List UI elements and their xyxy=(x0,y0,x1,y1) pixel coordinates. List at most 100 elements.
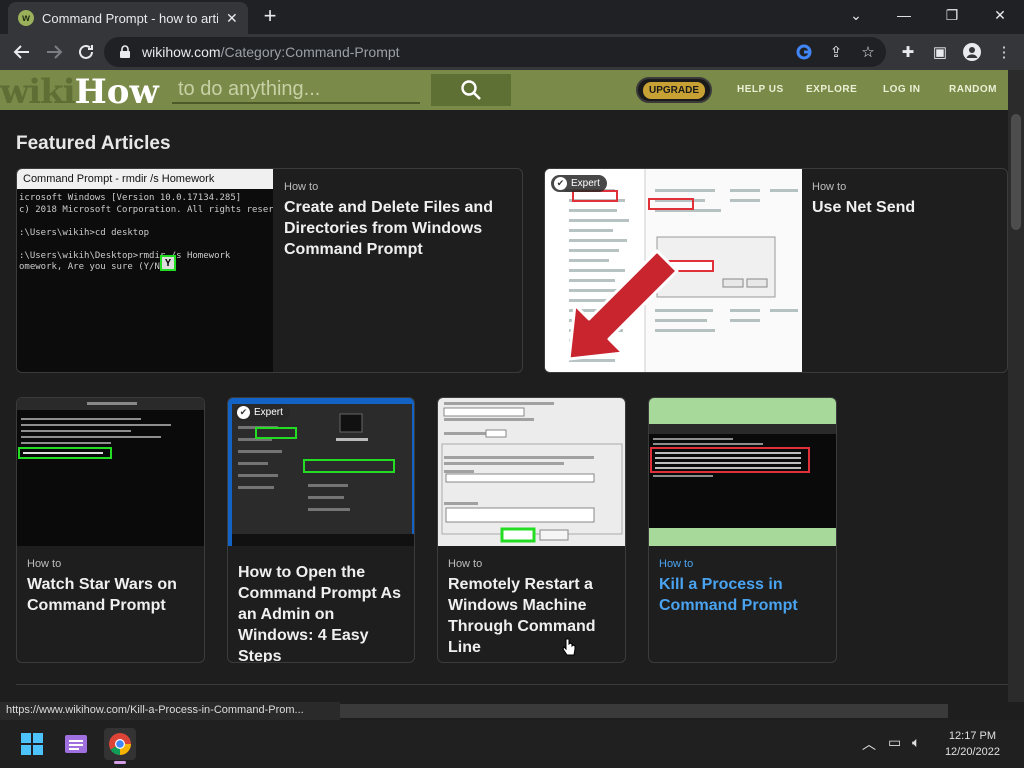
article-text: How to Open the Command Prompt As an Adm… xyxy=(238,558,410,663)
search-icon xyxy=(461,80,481,100)
cmd-output: icrosoft Windows [Version 10.0.17134.285… xyxy=(19,193,273,272)
network-icon[interactable]: ▭ xyxy=(888,734,901,751)
article-thumbnail: ✔ Expert xyxy=(545,169,802,372)
taskbar-app-files[interactable] xyxy=(60,728,92,760)
article-thumbnail: Command Prompt - rmdir /s Homework icros… xyxy=(17,169,273,372)
article-card-large[interactable]: ✔ Expert How to Use Net Send xyxy=(544,168,1008,373)
file-manager-icon xyxy=(65,735,87,753)
wikihow-logo[interactable]: wikiHow xyxy=(0,72,159,112)
minimize-button[interactable]: — xyxy=(880,0,928,30)
tab-close-icon[interactable]: ✕ xyxy=(226,10,238,27)
close-window-button[interactable]: ✕ xyxy=(976,0,1024,30)
howto-label: How to xyxy=(812,181,847,193)
wikihow-favicon-icon: w xyxy=(18,10,34,26)
page-viewport: wikiHow to do anything... UPGRADE HELP U… xyxy=(0,70,1024,702)
logo-wiki: wiki xyxy=(0,72,76,112)
article-card-small[interactable]: How to Watch Star Wars on Command Prompt xyxy=(16,397,205,663)
bookmark-star-icon[interactable]: ☆ xyxy=(858,42,878,62)
article-text: How to Watch Star Wars on Command Prompt xyxy=(27,558,199,616)
article-title: Remotely Restart a Windows Machine Throu… xyxy=(448,576,596,656)
forward-button[interactable] xyxy=(42,40,66,64)
howto-label: How to xyxy=(284,181,319,193)
vertical-scrollbar[interactable] xyxy=(1008,70,1024,702)
cmd-window-title: Command Prompt - rmdir /s Homework xyxy=(17,169,273,189)
taskkill-cmd-illustration xyxy=(649,424,836,528)
taskbar-app-chrome[interactable] xyxy=(104,728,136,764)
url-host: wikihow.com xyxy=(142,44,221,60)
article-card-small[interactable]: How to Kill a Process in Command Prompt xyxy=(648,397,837,663)
chrome-icon xyxy=(109,733,131,755)
windows-taskbar: ︿ ▭ 🔈︎ 12:17 PM 12/20/2022 xyxy=(0,720,1024,768)
search-input[interactable]: to do anything... xyxy=(172,76,420,104)
howto-label: How to xyxy=(659,558,694,570)
address-bar[interactable]: wikihow.com/Category:Command-Prompt ⇪ ☆ xyxy=(104,37,886,67)
article-card-large[interactable]: Command Prompt - rmdir /s Homework icros… xyxy=(16,168,523,373)
howto-label: How to xyxy=(448,558,483,570)
upgrade-button[interactable]: UPGRADE xyxy=(636,77,712,103)
profile-avatar-icon[interactable] xyxy=(960,40,984,64)
section-title: Featured Articles xyxy=(16,133,171,154)
article-title: Watch Star Wars on Command Prompt xyxy=(27,576,177,614)
share-icon[interactable]: ⇪ xyxy=(826,42,846,62)
arrow-left-icon xyxy=(13,45,29,59)
start-button[interactable] xyxy=(16,728,48,760)
article-thumbnail xyxy=(438,398,625,546)
tab-title: Command Prompt - how to artic xyxy=(42,10,218,26)
tab-strip: w Command Prompt - how to artic ✕ + ⌄ — … xyxy=(0,0,1024,34)
article-title: Create and Delete Files and Directories … xyxy=(284,199,493,258)
kebab-menu-icon[interactable]: ⋮ xyxy=(992,40,1016,64)
lock-icon xyxy=(120,45,130,58)
article-text: How to Use Net Send xyxy=(812,181,1002,218)
omnibox-actions: ⇪ ☆ xyxy=(794,42,878,62)
browser-tab[interactable]: w Command Prompt - how to artic ✕ xyxy=(8,2,248,34)
howto-label: How to xyxy=(27,558,62,570)
new-tab-button[interactable]: + xyxy=(258,4,282,28)
cmd-highlight-answer: Y xyxy=(160,255,176,271)
article-card-small[interactable]: ✔ Expert How to Open the Command Prompt A… xyxy=(227,397,415,663)
active-app-indicator xyxy=(114,761,126,764)
link-status-bar: https://www.wikihow.com/Kill-a-Process-i… xyxy=(0,702,340,720)
nav-explore[interactable]: EXPLORE xyxy=(806,84,857,95)
article-thumbnail: ✔ Expert xyxy=(228,398,414,546)
clock-date: 12/20/2022 xyxy=(944,746,1000,758)
check-icon: ✔ xyxy=(554,177,567,190)
expert-badge: ✔ Expert xyxy=(234,404,290,421)
volume-icon[interactable]: 🔈︎ xyxy=(912,734,920,751)
tab-search-chevron-icon[interactable]: ⌄ xyxy=(832,0,880,30)
scroll-thumb[interactable] xyxy=(1011,114,1021,230)
nav-random[interactable]: RANDOM xyxy=(949,84,997,95)
shutdown-dialog-illustration xyxy=(441,402,623,543)
extensions-puzzle-icon[interactable]: ✚ xyxy=(896,40,920,64)
horizontal-scrollbar[interactable] xyxy=(340,704,948,718)
system-clock[interactable]: 12:17 PM 12/20/2022 xyxy=(945,728,1000,760)
restore-button[interactable]: ❐ xyxy=(928,0,976,30)
article-card-small[interactable]: How to Remotely Restart a Windows Machin… xyxy=(437,397,626,663)
reload-icon xyxy=(79,44,93,59)
side-panel-icon[interactable]: ▣ xyxy=(928,40,952,64)
expert-label: Expert xyxy=(571,178,600,189)
arrow-right-icon xyxy=(47,45,63,59)
starwars-cmd-illustration xyxy=(17,398,204,459)
search-button[interactable] xyxy=(431,74,511,106)
registry-editor-illustration xyxy=(545,169,802,372)
article-title: Use Net Send xyxy=(812,199,916,216)
google-icon[interactable] xyxy=(794,42,814,62)
upgrade-label: UPGRADE xyxy=(642,81,705,99)
article-title: Kill a Process in Command Prompt xyxy=(659,576,798,614)
section-divider xyxy=(16,684,1008,685)
url-path: /Category:Command-Prompt xyxy=(220,44,400,60)
check-icon: ✔ xyxy=(237,406,250,419)
clock-time: 12:17 PM xyxy=(948,730,997,742)
nav-help-us[interactable]: HELP US xyxy=(737,84,784,95)
article-thumbnail xyxy=(649,398,836,546)
reload-button[interactable] xyxy=(74,40,98,64)
nav-log-in[interactable]: LOG IN xyxy=(883,84,920,95)
extension-icons: ✚ ▣ ⋮ xyxy=(896,40,1016,64)
back-button[interactable] xyxy=(10,40,34,64)
article-text: How to Create and Delete Files and Direc… xyxy=(284,181,514,260)
expert-badge: ✔ Expert xyxy=(551,175,607,192)
article-title: How to Open the Command Prompt As an Adm… xyxy=(238,564,401,663)
chevron-up-icon[interactable]: ︿ xyxy=(862,734,876,754)
logo-how: How xyxy=(74,72,159,112)
expert-label: Expert xyxy=(254,407,283,418)
